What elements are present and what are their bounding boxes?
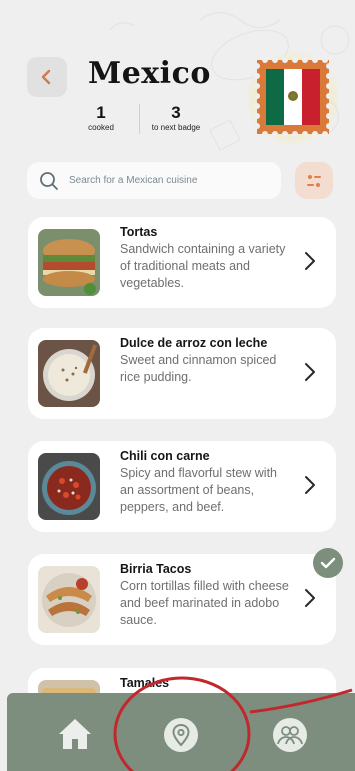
- page-title: Mexico: [88, 56, 211, 91]
- community-people-icon: [273, 718, 307, 752]
- dish-description: Sandwich containing a variety of traditi…: [120, 242, 286, 290]
- stat-next-badge-label: to next badge: [151, 123, 201, 132]
- dish-name: Tamales: [120, 676, 170, 690]
- chevron-right-icon: [305, 476, 315, 494]
- dish-thumbnail: [38, 340, 100, 407]
- dish-name: Chili con carne: [120, 449, 210, 463]
- back-button[interactable]: [27, 57, 67, 97]
- dish-thumbnail: [38, 453, 100, 520]
- stat-cooked-label: cooked: [88, 123, 114, 132]
- dish-description: Sweet and cinnamon spiced rice pudding.: [120, 353, 277, 384]
- location-pin-icon: [164, 718, 198, 752]
- chevron-right-icon: [305, 589, 315, 607]
- search-placeholder: Search for a Mexican cuisine: [69, 175, 198, 186]
- search-input[interactable]: Search for a Mexican cuisine: [27, 162, 281, 199]
- stat-cooked: 1 cooked: [84, 103, 118, 133]
- cooked-check-badge: [313, 548, 343, 578]
- dish-card[interactable]: Chili con carne Spicy and flavorful stew…: [28, 441, 336, 532]
- mexico-flag-stamp: [247, 52, 339, 144]
- nav-map[interactable]: [163, 717, 199, 753]
- dish-description: Corn tortillas filled with cheese and be…: [120, 579, 289, 627]
- nav-community[interactable]: [272, 717, 308, 753]
- chevron-right-icon: [305, 252, 315, 270]
- dish-description: Spicy and flavorful stew with an assortm…: [120, 466, 278, 514]
- chevron-left-icon: [41, 69, 51, 85]
- stat-next-badge: 3 to next badge: [146, 103, 206, 133]
- checkmark-icon: [320, 557, 336, 569]
- dish-thumbnail: [38, 566, 100, 633]
- dish-card[interactable]: Birria Tacos Corn tortillas filled with …: [28, 554, 336, 645]
- dish-thumbnail: [38, 229, 100, 296]
- stat-divider: [139, 104, 140, 134]
- stat-cooked-value: 1: [96, 103, 106, 122]
- bottom-nav: [7, 693, 355, 771]
- dish-card[interactable]: Dulce de arroz con leche Sweet and cinna…: [28, 328, 336, 419]
- dish-name: Dulce de arroz con leche: [120, 336, 268, 350]
- stat-next-badge-value: 3: [171, 103, 181, 122]
- dish-name: Birria Tacos: [120, 562, 192, 576]
- dish-card[interactable]: Tortas Sandwich containing a variety of …: [28, 217, 336, 308]
- search-icon: [40, 171, 58, 190]
- nav-home[interactable]: [57, 717, 93, 751]
- chevron-right-icon: [305, 363, 315, 381]
- filter-button[interactable]: [295, 162, 333, 199]
- dish-name: Tortas: [120, 225, 158, 239]
- filter-sliders-icon: [307, 174, 321, 187]
- home-icon: [59, 719, 91, 749]
